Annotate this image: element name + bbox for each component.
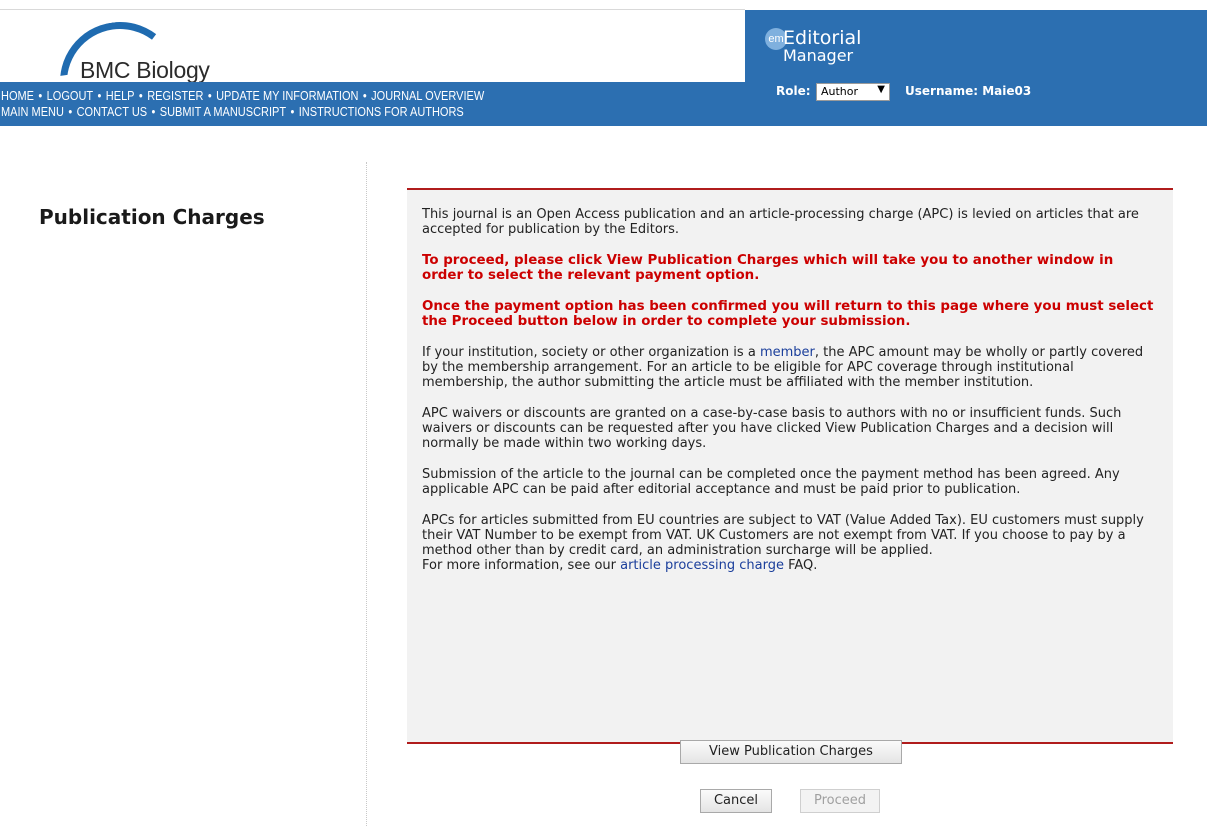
username-display: Username: Maie03 <box>905 84 1032 98</box>
paragraph-open-access: This journal is an Open Access publicati… <box>422 207 1139 237</box>
nav-submit-manuscript[interactable]: SUBMIT A MANUSCRIPT <box>160 105 286 119</box>
nav-separator: • <box>207 89 212 103</box>
info-text: This journal is an Open Access publicati… <box>422 207 1158 589</box>
nav-separator: • <box>97 89 102 103</box>
faq-text-a: For more information, see our <box>422 558 621 573</box>
role-select[interactable]: Author ▼ <box>816 83 890 101</box>
nav-separator: • <box>138 89 143 103</box>
proceed-button[interactable]: Proceed <box>800 789 880 813</box>
header: BMC Biology em Editorial Manager HOME • LO… <box>0 0 1207 126</box>
member-link[interactable]: member <box>760 345 815 360</box>
nav-row-1: HOME • LOGOUT • HELP • REGISTER • UPDATE MY INFO… <box>1 88 484 104</box>
paragraph-vat: APCs for articles submitted from EU coun… <box>422 513 1158 573</box>
nav-separator: • <box>362 89 367 103</box>
paragraph-proceed-instruction: To proceed, please click View Publicatio… <box>422 253 1114 283</box>
nav-row-2: MAIN MENU • CONTACT US • SUBMIT A MANUSCRIPT… <box>1 104 484 120</box>
nav-separator: • <box>38 89 43 103</box>
vat-text: APCs for articles submitted from EU coun… <box>422 513 1144 558</box>
em-title-line2: Manager <box>783 46 854 65</box>
nav-main-menu[interactable]: MAIN MENU <box>1 105 64 119</box>
nav-separator: • <box>290 105 295 119</box>
journal-logo-area: BMC Biology <box>0 10 745 82</box>
role-select-value: Author <box>821 85 859 98</box>
nav-instructions-for-authors[interactable]: INSTRUCTIONS FOR AUTHORS <box>299 105 464 119</box>
nav-journal-overview[interactable]: JOURNAL OVERVIEW <box>371 89 484 103</box>
paragraph-payment-confirmed: Once the payment option has been confirm… <box>422 299 1154 329</box>
main-navigation: HOME • LOGOUT • HELP • REGISTER • UPDATE MY INFO… <box>1 88 484 120</box>
paragraph-membership: If your institution, society or other or… <box>422 345 1158 390</box>
paragraph-submission: Submission of the article to the journal… <box>422 467 1120 497</box>
apc-faq-link[interactable]: article processing charge <box>620 558 784 573</box>
role-label: Role: <box>776 84 811 98</box>
column-divider <box>366 162 367 826</box>
nav-logout[interactable]: LOGOUT <box>47 89 93 103</box>
nav-home[interactable]: HOME <box>1 89 34 103</box>
nav-separator: • <box>68 105 73 119</box>
page-title: Publication Charges <box>39 205 265 229</box>
cancel-button[interactable]: Cancel <box>700 789 772 813</box>
faq-text-b: FAQ. <box>783 558 818 573</box>
paragraph-waivers: APC waivers or discounts are granted on … <box>422 406 1122 451</box>
publication-charges-info-box: This journal is an Open Access publicati… <box>407 188 1173 744</box>
nav-update-my-information[interactable]: UPDATE MY INFORMATION <box>216 89 358 103</box>
nav-help[interactable]: HELP <box>106 89 135 103</box>
nav-contact-us[interactable]: CONTACT US <box>77 105 147 119</box>
nav-register[interactable]: REGISTER <box>147 89 203 103</box>
journal-logo-text: BMC Biology <box>80 57 210 83</box>
em-title-line1: Editorial <box>783 27 862 49</box>
dropdown-arrow-icon: ▼ <box>877 84 885 95</box>
nav-separator: • <box>151 105 156 119</box>
membership-text-a: If your institution, society or other or… <box>422 345 760 360</box>
view-publication-charges-button[interactable]: View Publication Charges <box>680 740 902 764</box>
